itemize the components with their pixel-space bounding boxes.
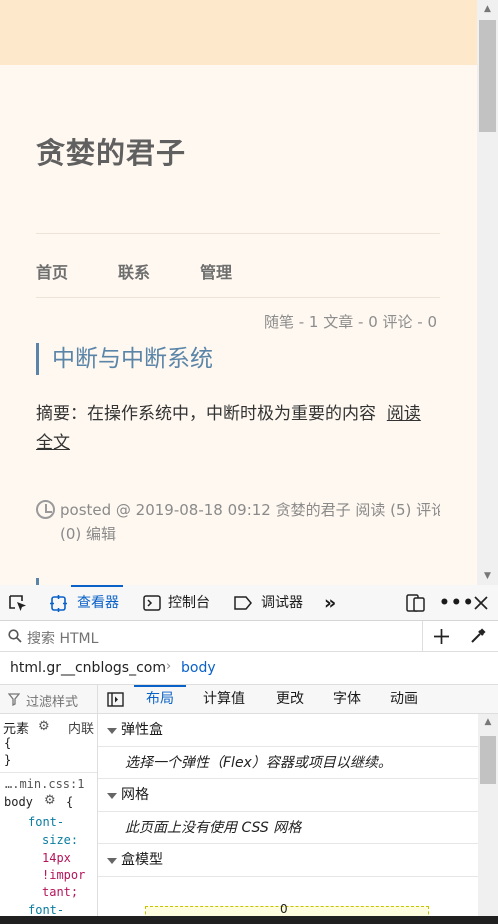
- tab-computed[interactable]: 计算值: [203, 685, 245, 714]
- property-flag-cont: tant;: [42, 885, 79, 899]
- dock-side-icon[interactable]: [406, 594, 426, 612]
- brace-open: {: [66, 795, 74, 809]
- element-rule-label: 元素: [3, 722, 30, 737]
- blog-title[interactable]: 贪婪的君子: [36, 130, 186, 172]
- read-more-link[interactable]: 阅读: [387, 404, 421, 424]
- post-summary-text: 摘要：在操作系统中，中断时极为重要的内容: [36, 404, 376, 424]
- search-input[interactable]: 搜索 HTML: [27, 628, 98, 648]
- debugger-icon: [234, 596, 252, 610]
- rule-selector[interactable]: body: [4, 795, 33, 809]
- divider: [422, 621, 423, 652]
- web-page-viewport: 贪婪的君子 首页 联系 管理 随笔 - 1 文章 - 0 评论 - 0 中断与中…: [0, 0, 477, 585]
- scroll-up-arrow-icon[interactable]: ▲: [478, 716, 498, 728]
- property-value[interactable]: 14px: [42, 851, 71, 865]
- nav-link-home[interactable]: 首页: [36, 259, 68, 283]
- post-meta-line: posted @ 2019-08-18 09:12 贪婪的君子 阅读 (5) 评…: [60, 501, 440, 519]
- divider: [36, 233, 440, 234]
- console-icon: [143, 595, 161, 611]
- devtools-panel: 查看器 控制台 调试器 » ••• 搜索 HTML html.gr__cnblo…: [0, 585, 498, 924]
- chevron-right-icon: ›: [166, 659, 172, 674]
- devtools-toolbar: 查看器 控制台 调试器 » •••: [0, 585, 498, 621]
- toggle-sidebar-icon[interactable]: [107, 692, 124, 707]
- scrollbar-thumb[interactable]: [480, 736, 496, 784]
- box-model-section-header[interactable]: 盒模型: [98, 844, 478, 877]
- rules-pane: 过滤样式 元素 ⚙ 内联 { } ….min.css:1 body ⚙ { fo…: [0, 685, 98, 924]
- clock-icon: [36, 500, 55, 519]
- divider: [36, 297, 440, 298]
- add-node-icon[interactable]: [433, 628, 450, 645]
- grid-section-title: 网格: [121, 787, 149, 803]
- grid-hint: 此页面上没有使用 CSS 网格: [125, 820, 302, 836]
- breadcrumb-body[interactable]: body: [181, 660, 216, 676]
- scroll-up-arrow-icon[interactable]: ▲: [477, 2, 498, 16]
- brace-open: {: [4, 736, 12, 750]
- post-summary: 摘要：在操作系统中，中断时极为重要的内容 阅读 全文: [36, 400, 440, 458]
- chevron-down-icon: [107, 858, 117, 864]
- tab-inspector[interactable]: 查看器: [71, 585, 123, 621]
- post-meta-edit[interactable]: (0) 编辑: [60, 521, 116, 547]
- inspector-icon: [50, 595, 67, 612]
- html-search-bar[interactable]: 搜索 HTML: [0, 621, 498, 652]
- brace-close: }: [4, 753, 12, 767]
- eyedropper-icon[interactable]: [469, 627, 487, 645]
- tab-layout[interactable]: 布局: [134, 685, 186, 714]
- more-tabs-chevron-icon[interactable]: »: [324, 585, 336, 621]
- flexbox-section-header[interactable]: 弹性盒: [98, 714, 478, 747]
- layout-pane-scrollbar[interactable]: ▲: [478, 714, 498, 924]
- window-bottom-edge: [0, 916, 498, 924]
- inline-label: 内联: [68, 722, 95, 737]
- tab-animations[interactable]: 动画: [390, 685, 418, 714]
- nav-link-contact[interactable]: 联系: [118, 259, 150, 283]
- tab-debugger[interactable]: 调试器: [261, 585, 303, 621]
- chevron-down-icon: [107, 728, 117, 734]
- chevron-down-icon: [107, 793, 117, 799]
- divider: [0, 772, 97, 773]
- box-model-margin-top-value[interactable]: 0: [280, 902, 288, 916]
- page-scrollbar[interactable]: ▲ ▼: [477, 0, 498, 585]
- tab-changes[interactable]: 更改: [276, 685, 304, 714]
- sidebar-tabs: 布局 计算值 更改 字体 动画: [98, 685, 498, 714]
- grid-section-header[interactable]: 网格: [98, 779, 478, 812]
- property-flag: !impor: [42, 868, 86, 882]
- box-model-section-title: 盒模型: [121, 852, 163, 868]
- flexbox-section-body: 选择一个弹性（Flex）容器或项目以继续。: [98, 747, 478, 779]
- filter-styles-bar[interactable]: 过滤样式: [0, 685, 97, 714]
- tab-fonts[interactable]: 字体: [333, 685, 361, 714]
- property-name[interactable]: font-: [28, 903, 64, 917]
- stylesheet-link[interactable]: ….min.css:1: [5, 777, 84, 791]
- filter-icon: [8, 693, 20, 706]
- grid-section-body: 此页面上没有使用 CSS 网格: [98, 812, 478, 844]
- read-more-link-cont[interactable]: 全文: [36, 433, 70, 453]
- breadcrumb: html.gr__cnblogs_com › body: [0, 652, 498, 685]
- post-title-link[interactable]: 中断与中断系统: [36, 343, 213, 375]
- property-name[interactable]: font-: [28, 815, 64, 829]
- layout-pane: 布局 计算值 更改 字体 动画 弹性盒 选择一个弹性（Flex）容器或项目以继续…: [98, 685, 498, 924]
- scroll-down-arrow-icon[interactable]: ▼: [477, 569, 498, 583]
- blog-header-band: [0, 0, 477, 65]
- next-post-marker: [36, 578, 39, 585]
- scrollbar-thumb[interactable]: [479, 20, 496, 132]
- gear-icon[interactable]: ⚙: [44, 793, 56, 808]
- filter-styles-input[interactable]: 过滤样式: [26, 691, 78, 710]
- search-icon: [8, 629, 22, 643]
- property-name-cont[interactable]: size:: [42, 833, 78, 847]
- nav-link-admin[interactable]: 管理: [200, 259, 232, 283]
- breadcrumb-html[interactable]: html.gr__cnblogs_com: [10, 660, 166, 676]
- tab-console[interactable]: 控制台: [168, 585, 210, 621]
- element-picker-icon[interactable]: [8, 594, 28, 614]
- gear-icon[interactable]: ⚙: [38, 719, 50, 734]
- flexbox-hint: 选择一个弹性（Flex）容器或项目以继续。: [125, 755, 392, 771]
- close-icon[interactable]: [474, 596, 488, 610]
- flexbox-section-title: 弹性盒: [121, 722, 163, 738]
- blog-stats: 随笔 - 1 文章 - 0 评论 - 0: [263, 313, 437, 331]
- more-options-icon[interactable]: •••: [439, 585, 475, 621]
